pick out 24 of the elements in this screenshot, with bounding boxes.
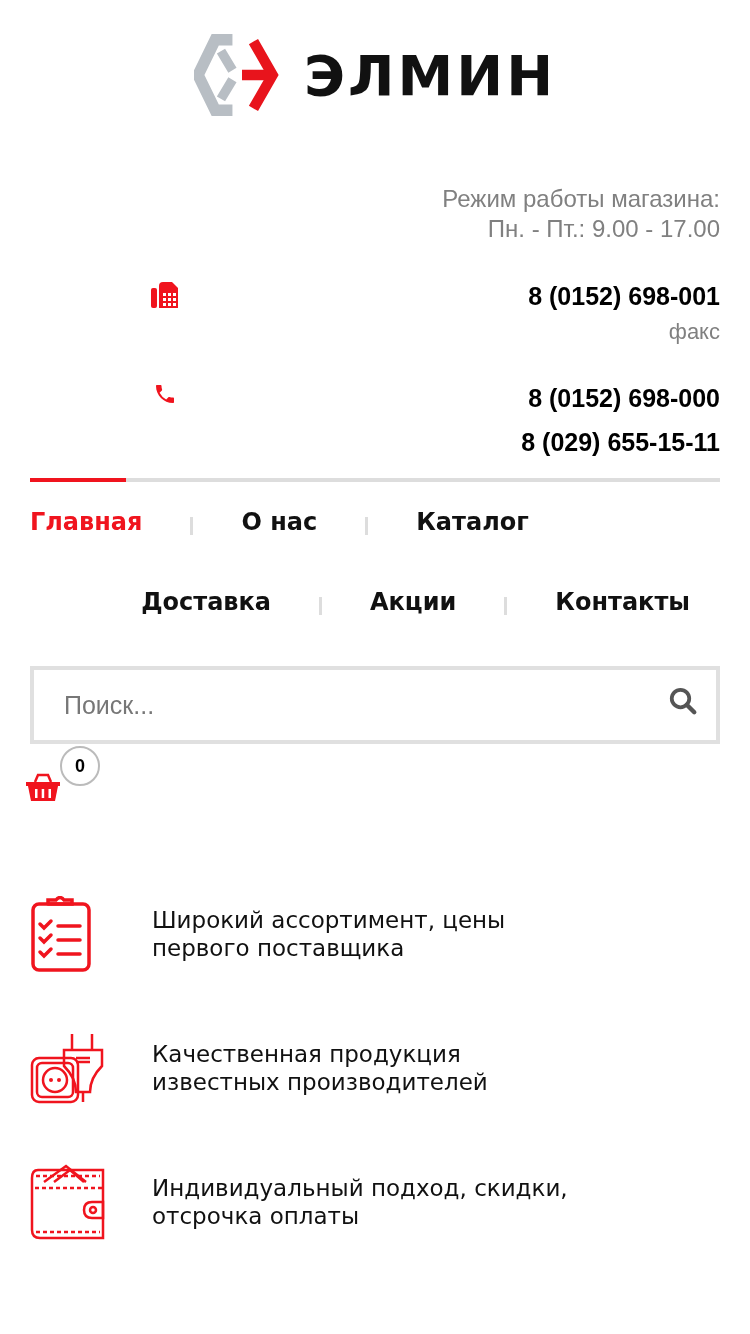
phone-number[interactable]: 8 (0152) 698-000 [528,376,720,420]
nav-link[interactable]: Доставка [141,588,271,616]
wallet-icon [30,1164,106,1240]
clipboard-checklist-icon [30,896,94,972]
hours-label: Режим работы магазина: [442,184,720,214]
fax-label: факс [668,318,720,346]
phone-number[interactable]: 8 (0152) 698-001 [528,274,720,318]
nav-link[interactable]: Каталог [416,508,529,536]
logo-text: ЭЛМИН [303,42,557,108]
hours-value: Пн. - Пт.: 9.00 - 17.00 [487,214,720,244]
feature-text: Широкий ассортимент, цены первого поставщика [152,906,507,962]
search-icon[interactable] [668,686,698,716]
nav-link[interactable]: О нас [241,508,318,536]
feature-text: Индивидуальный подход, скидки, отсрочка оплаты [152,1174,569,1230]
nav-link[interactable]: Главная [30,508,143,536]
search-field[interactable]: Поиск... [30,666,720,744]
cart-count: 0 [60,746,100,786]
fax-icon [150,280,180,310]
basket-icon[interactable] [25,772,61,802]
phone-number[interactable]: 8 (029) 655-15-11 [521,420,720,464]
phone-icon [153,382,177,406]
nav-link[interactable]: Акции [370,588,457,616]
feature-text: Качественная продукция известных производителей [152,1040,489,1096]
nav-link[interactable]: Контакты [555,588,690,616]
